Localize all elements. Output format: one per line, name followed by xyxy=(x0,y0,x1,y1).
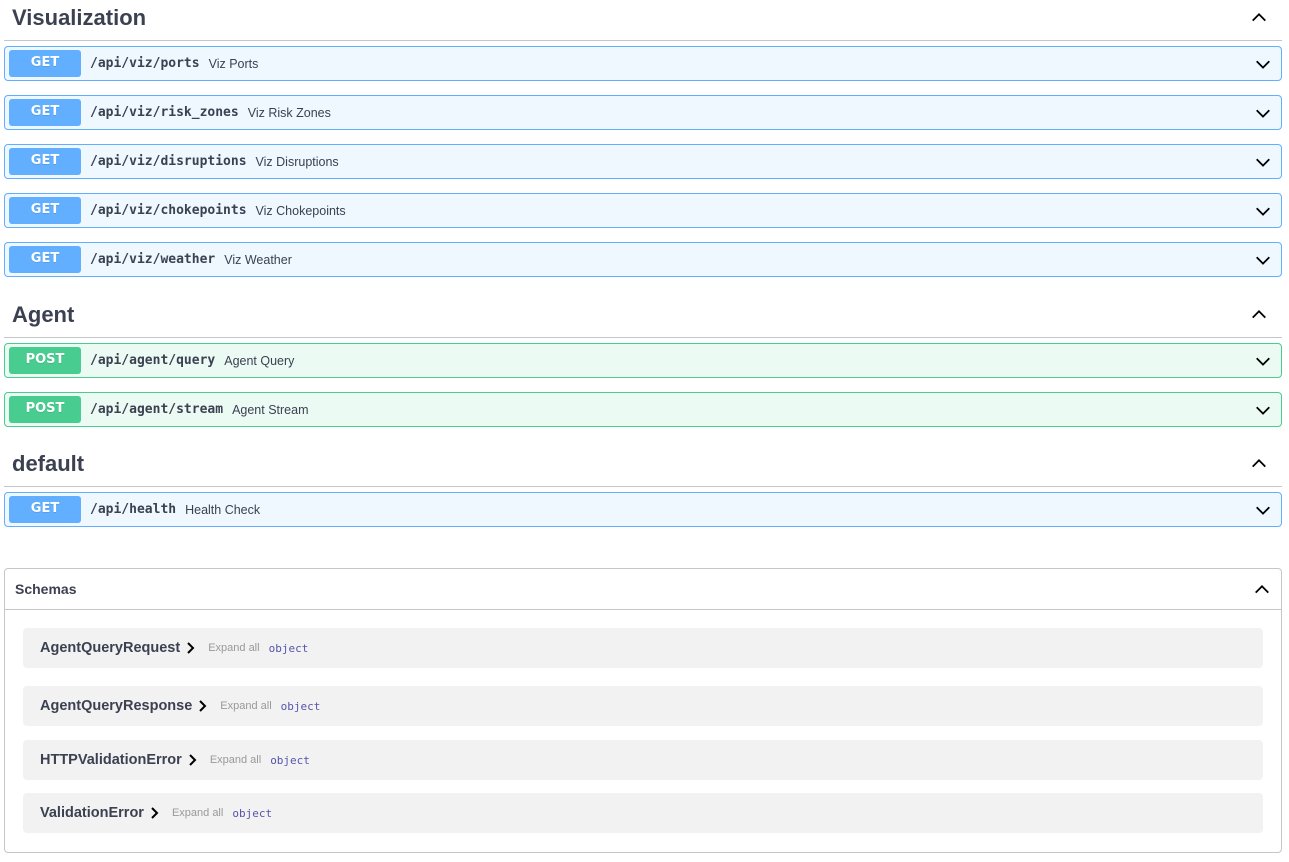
schemas-header[interactable]: Schemas xyxy=(5,569,1281,610)
operation-get-health[interactable]: GET /api/health Health Check xyxy=(4,492,1282,527)
chevron-down-icon[interactable] xyxy=(1253,152,1273,172)
model-type: object xyxy=(232,806,273,820)
model-type: object xyxy=(270,753,310,767)
method-badge: GET xyxy=(9,197,81,224)
operation-path: /api/viz/weather xyxy=(90,252,216,267)
model-name: HTTPValidationError xyxy=(40,752,182,768)
model-name: AgentQueryRequest xyxy=(40,640,181,656)
chevron-down-icon[interactable] xyxy=(1253,201,1273,221)
chevron-right-icon[interactable] xyxy=(188,754,198,766)
chevron-down-icon[interactable] xyxy=(1253,103,1273,123)
expand-all-link[interactable]: Expand all xyxy=(220,700,271,712)
operation-get-viz-disruptions[interactable]: GET /api/viz/disruptions Viz Disruptions xyxy=(4,144,1282,179)
expand-all-link[interactable]: Expand all xyxy=(210,754,261,766)
operation-get-viz-weather[interactable]: GET /api/viz/weather Viz Weather xyxy=(4,242,1282,277)
operation-summary: Viz Disruptions xyxy=(255,154,339,169)
tag-section-visualization: Visualization GET /api/viz/ports Viz Por… xyxy=(4,0,1282,291)
schemas-title: Schemas xyxy=(15,581,77,597)
tag-title: Agent xyxy=(12,301,75,327)
method-badge: GET xyxy=(9,496,81,523)
operation-path: /api/viz/chokepoints xyxy=(90,203,247,218)
model-http-validation-error[interactable]: HTTPValidationError Expand all object xyxy=(23,740,1263,780)
model-type: object xyxy=(280,699,321,713)
tag-section-default: default GET /api/health Health Check xyxy=(4,446,1282,541)
model-agent-query-request[interactable]: AgentQueryRequest Expand all object xyxy=(23,628,1263,668)
operation-summary: Viz Chokepoints xyxy=(255,203,346,218)
operations: GET /api/viz/ports Viz Ports GET /api/vi… xyxy=(4,41,1282,277)
chevron-right-icon[interactable] xyxy=(186,642,196,654)
chevron-down-icon[interactable] xyxy=(1253,400,1273,420)
operation-summary: Health Check xyxy=(185,502,261,517)
model-validation-error[interactable]: ValidationError Expand all object xyxy=(23,793,1263,833)
tag-title: default xyxy=(12,450,85,476)
chevron-up-icon[interactable] xyxy=(1244,448,1274,478)
method-badge: POST xyxy=(9,396,81,423)
operations: POST /api/agent/query Agent Query POST /… xyxy=(4,338,1282,427)
tag-header-visualization[interactable]: Visualization xyxy=(4,0,1282,41)
operation-post-agent-query[interactable]: POST /api/agent/query Agent Query xyxy=(4,343,1282,378)
tag-title: Visualization xyxy=(12,4,147,30)
chevron-down-icon[interactable] xyxy=(1253,351,1273,371)
operation-summary: Agent Query xyxy=(224,353,295,368)
chevron-right-icon[interactable] xyxy=(150,807,160,819)
tag-header-default[interactable]: default xyxy=(4,446,1282,487)
operations: GET /api/health Health Check xyxy=(4,487,1282,527)
chevron-down-icon[interactable] xyxy=(1253,500,1273,520)
operation-get-viz-risk-zones[interactable]: GET /api/viz/risk_zones Viz Risk Zones xyxy=(4,95,1282,130)
model-type: object xyxy=(268,641,309,655)
expand-all-link[interactable]: Expand all xyxy=(172,807,223,819)
operation-summary: Viz Risk Zones xyxy=(247,105,331,120)
chevron-up-icon[interactable] xyxy=(1244,2,1274,32)
expand-all-link[interactable]: Expand all xyxy=(208,642,259,654)
chevron-up-icon[interactable] xyxy=(1244,299,1274,329)
method-badge: POST xyxy=(9,347,81,374)
operation-path: /api/agent/query xyxy=(90,353,216,368)
model-name: ValidationError xyxy=(40,805,144,821)
model-name: AgentQueryResponse xyxy=(40,698,193,714)
operation-path: /api/viz/ports xyxy=(90,56,200,71)
operation-post-agent-stream[interactable]: POST /api/agent/stream Agent Stream xyxy=(4,392,1282,427)
operation-summary: Agent Stream xyxy=(232,402,309,417)
operation-get-viz-ports[interactable]: GET /api/viz/ports Viz Ports xyxy=(4,46,1282,81)
method-badge: GET xyxy=(9,148,81,175)
method-badge: GET xyxy=(9,99,81,126)
schemas-panel: Schemas AgentQueryRequest Expand all obj… xyxy=(4,568,1282,853)
operation-path: /api/agent/stream xyxy=(90,402,224,417)
operation-summary: Viz Ports xyxy=(208,56,259,71)
operation-get-viz-chokepoints[interactable]: GET /api/viz/chokepoints Viz Chokepoints xyxy=(4,193,1282,228)
model-agent-query-response[interactable]: AgentQueryResponse Expand all object xyxy=(23,686,1263,726)
operation-summary: Viz Weather xyxy=(224,252,292,267)
method-badge: GET xyxy=(9,50,81,77)
tag-section-agent: Agent POST /api/agent/query Agent Query … xyxy=(4,297,1282,441)
operation-path: /api/viz/risk_zones xyxy=(90,105,239,120)
operation-path: /api/health xyxy=(90,502,177,517)
chevron-up-icon[interactable] xyxy=(1253,580,1271,598)
method-badge: GET xyxy=(9,246,81,273)
operation-path: /api/viz/disruptions xyxy=(90,154,247,169)
tag-header-agent[interactable]: Agent xyxy=(4,297,1282,338)
chevron-down-icon[interactable] xyxy=(1253,54,1273,74)
chevron-right-icon[interactable] xyxy=(198,700,208,712)
chevron-down-icon[interactable] xyxy=(1253,250,1273,270)
